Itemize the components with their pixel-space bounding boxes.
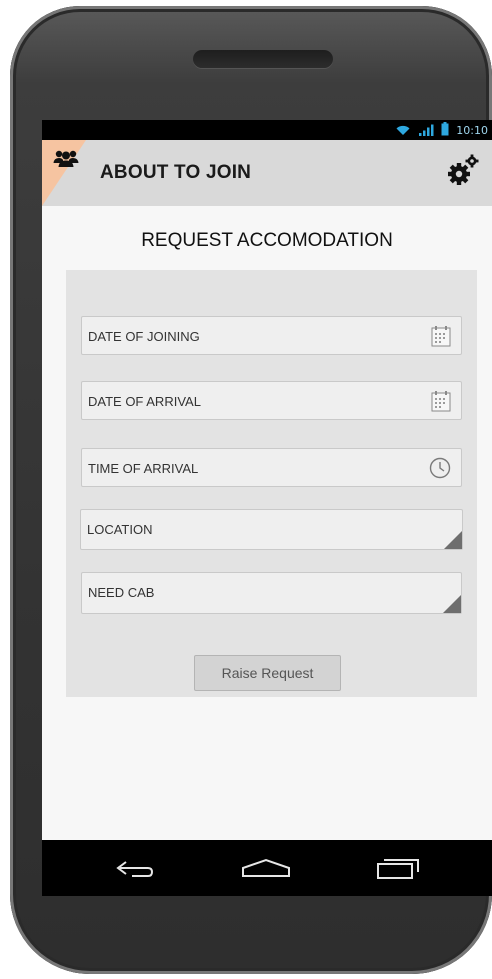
recent-apps-icon[interactable] [376, 856, 422, 886]
screen: 10:10 ABOUT TO JOIN REQUEST ACCOMODATION… [42, 120, 492, 896]
phone-frame: 10:10 ABOUT TO JOIN REQUEST ACCOMODATION… [10, 6, 492, 974]
earpiece-speaker [193, 50, 333, 68]
users-icon[interactable] [53, 148, 79, 172]
calendar-icon[interactable] [431, 325, 451, 351]
page-title: REQUEST ACCOMODATION [141, 230, 393, 251]
signal-icon [418, 121, 434, 140]
status-bar: 10:10 [42, 120, 492, 140]
wifi-icon [395, 121, 411, 140]
app-bar: ABOUT TO JOIN [42, 140, 492, 206]
navigation-bar [42, 840, 492, 896]
status-time: 10:10 [456, 123, 488, 137]
field-label: NEED CAB [88, 585, 155, 600]
dropdown-corner-icon [443, 595, 461, 613]
field-label: DATE OF ARRIVAL [88, 394, 201, 409]
location-dropdown[interactable]: LOCATION [80, 509, 463, 550]
need-cab-dropdown[interactable]: NEED CAB [81, 572, 462, 614]
time-of-arrival-field[interactable]: TIME OF ARRIVAL [81, 448, 462, 487]
field-label: TIME OF ARRIVAL [88, 461, 199, 476]
field-label: DATE OF JOINING [88, 329, 200, 344]
calendar-icon[interactable] [431, 390, 451, 416]
date-of-arrival-field[interactable]: DATE OF ARRIVAL [81, 381, 462, 420]
field-label: LOCATION [87, 522, 153, 537]
request-form: DATE OF JOINING DATE OF ARRIVAL TIME OF … [66, 270, 477, 697]
battery-icon [441, 121, 449, 140]
back-icon[interactable] [112, 856, 156, 884]
date-of-joining-field[interactable]: DATE OF JOINING [81, 316, 462, 355]
settings-gears-icon[interactable] [448, 154, 480, 190]
app-title: ABOUT TO JOIN [100, 162, 252, 183]
home-icon[interactable] [241, 856, 291, 884]
clock-icon[interactable] [429, 457, 451, 483]
dropdown-corner-icon [444, 531, 462, 549]
raise-request-button[interactable]: Raise Request [194, 655, 341, 691]
